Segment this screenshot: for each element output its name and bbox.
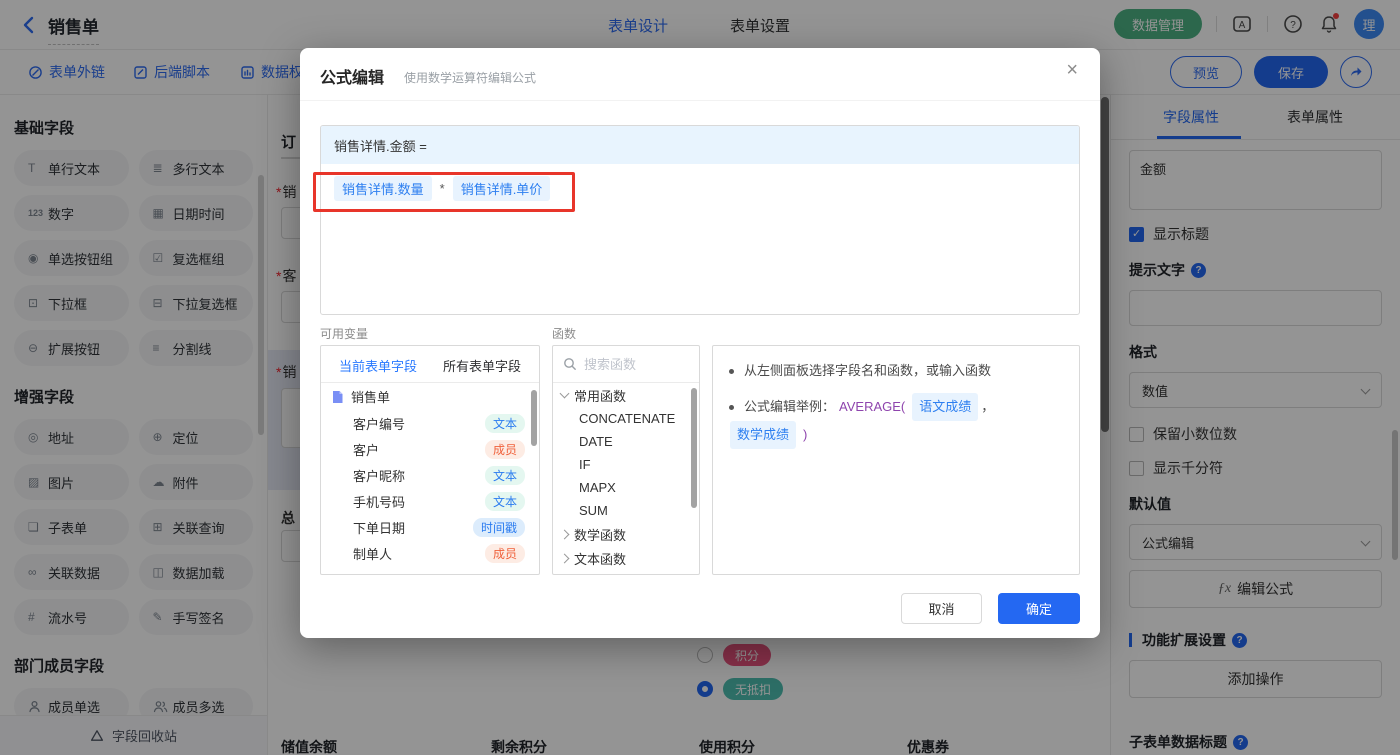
field-type-badge: 时间戳 xyxy=(472,517,525,537)
close-icon[interactable]: × xyxy=(1066,60,1078,80)
document-icon xyxy=(331,390,344,404)
tips-panel: 从左侧面板选择字段名和函数，或输入函数 公式编辑举例： AVERAGE( 语文成… xyxy=(712,345,1080,575)
tab-all-form-fields[interactable]: 所有表单字段 xyxy=(443,356,521,375)
function-item[interactable]: SUM xyxy=(553,499,699,522)
example-function-open: AVERAGE( xyxy=(839,399,906,414)
modal-title: 公式编辑 xyxy=(320,70,385,87)
function-search[interactable] xyxy=(553,346,699,383)
formula-expression-input[interactable]: 销售详情.数量 * 销售详情.单价 xyxy=(321,164,1079,213)
formula-editor-modal: 公式编辑 使用数学运算符编辑公式 × 销售详情.金额 = 销售详情.数量 * 销… xyxy=(300,48,1100,638)
modal-subtitle: 使用数学运算符编辑公式 xyxy=(404,71,537,85)
variables-tabs: 当前表单字段 所有表单字段 xyxy=(321,346,539,383)
example-arg-token: 数学成绩 xyxy=(730,421,797,449)
variable-field-row[interactable]: 客户编号 文本 xyxy=(321,410,539,436)
cancel-button[interactable]: 取消 xyxy=(901,593,982,624)
chevron-right-icon xyxy=(559,553,570,563)
variable-field-row[interactable]: 下单日期 时间戳 xyxy=(321,514,539,540)
field-token[interactable]: 销售详情.数量 xyxy=(334,176,432,201)
variables-panel: 当前表单字段 所有表单字段 销售单 客户编号 文本 客户 成员 客户昵称 文本 手机号… xyxy=(320,345,540,575)
function-item[interactable]: IF xyxy=(553,453,699,476)
formula-editor: 销售详情.金额 = 销售详情.数量 * 销售详情.单价 xyxy=(320,125,1080,315)
variables-scrollbar[interactable] xyxy=(531,390,537,446)
example-function-close: ) xyxy=(803,427,808,442)
modal-header-divider xyxy=(300,100,1100,101)
field-type-badge: 成员 xyxy=(484,439,525,459)
modal-footer: 取消 确定 xyxy=(901,593,1080,624)
variable-field-row[interactable]: 客户 成员 xyxy=(321,436,539,462)
search-input[interactable] xyxy=(584,356,684,372)
form-tree-root[interactable]: 销售单 xyxy=(321,383,539,410)
example-arg-token: 语文成绩 xyxy=(912,393,979,421)
functions-panel: 常用函数 CONCATENATE DATE IF MAPX SUM 数学函数 文… xyxy=(552,345,700,575)
bullet-icon xyxy=(729,368,734,374)
functions-label: 函数 xyxy=(552,327,577,341)
operator: * xyxy=(439,181,445,196)
variables-label: 可用变量 xyxy=(320,327,369,341)
bullet-icon xyxy=(729,404,734,410)
search-icon xyxy=(563,357,577,371)
function-group-common[interactable]: 常用函数 xyxy=(553,383,699,407)
variable-field-row[interactable]: 制单人 成员 xyxy=(321,540,539,566)
function-item[interactable]: CONCATENATE xyxy=(553,407,699,430)
field-type-badge: 文本 xyxy=(484,491,525,511)
tip-example-line: 公式编辑举例： AVERAGE( 语文成绩 ， 数学成绩 ) xyxy=(727,393,1065,449)
chevron-right-icon xyxy=(559,529,570,539)
variable-field-row[interactable]: 手机号码 文本 xyxy=(321,488,539,514)
function-item[interactable]: MAPX xyxy=(553,476,699,499)
formula-target: 销售详情.金额 = xyxy=(321,126,1079,164)
function-group-text[interactable]: 文本函数 xyxy=(553,546,699,570)
function-item[interactable]: DATE xyxy=(553,430,699,453)
confirm-button[interactable]: 确定 xyxy=(998,593,1080,624)
field-token[interactable]: 销售详情.单价 xyxy=(452,176,551,201)
tip-line: 从左侧面板选择字段名和函数，或输入函数 xyxy=(727,359,1065,383)
field-type-badge: 文本 xyxy=(484,413,525,433)
tab-current-form-fields[interactable]: 当前表单字段 xyxy=(339,356,417,375)
field-type-badge: 成员 xyxy=(484,543,525,563)
function-group-math[interactable]: 数学函数 xyxy=(553,522,699,546)
field-type-badge: 文本 xyxy=(484,465,525,485)
variable-field-row[interactable]: 客户昵称 文本 xyxy=(321,462,539,488)
chevron-down-icon xyxy=(559,388,570,399)
functions-scrollbar[interactable] xyxy=(691,388,697,508)
